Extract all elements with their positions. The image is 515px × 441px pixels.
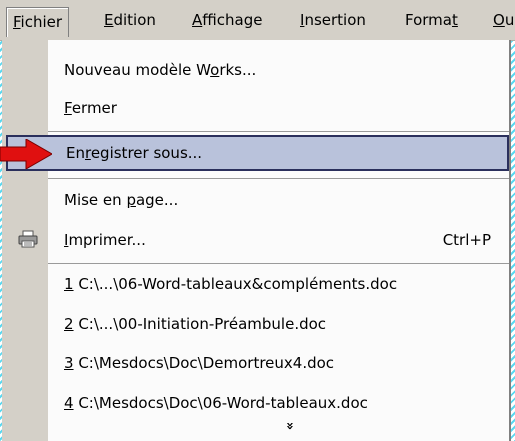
menu-item-label: Enregistrer sous... (66, 144, 203, 162)
menu-item-label: Imprimer... (64, 231, 146, 249)
menu-separator (48, 263, 509, 264)
menu-item-nouveau-modele-works[interactable]: Nouveau modèle Works... (48, 52, 509, 88)
double-chevron-down-icon[interactable]: » (282, 417, 297, 435)
recent-file-1[interactable]: 1 C:\...\06-Word-tableaux&compléments.do… (48, 266, 509, 302)
menu-format[interactable]: Format (405, 9, 458, 31)
recent-file-3[interactable]: 3 C:\Mesdocs\Doc\Demortreux4.doc (48, 345, 509, 381)
menu-format-label: Format (405, 11, 458, 29)
recent-file-label: 2 C:\...\00-Initiation-Préambule.doc (64, 315, 327, 333)
printer-icon (18, 230, 38, 248)
menu-item-label: Fermer (64, 99, 117, 117)
menu-outils[interactable]: Ou (493, 9, 514, 31)
recent-file-2[interactable]: 2 C:\...\00-Initiation-Préambule.doc (48, 306, 509, 342)
menu-edition-label: Edition (104, 11, 156, 29)
menu-bar: Fichier Edition Affichage Insertion Form… (0, 0, 515, 41)
menu-affichage-label: Affichage (192, 11, 263, 29)
menu-item-mise-en-page[interactable]: Mise en page... (48, 182, 509, 218)
menu-item-enregistrer-sous[interactable]: Enregistrer sous... (6, 135, 509, 171)
menu-item-fermer[interactable]: Fermer (48, 90, 509, 126)
menu-insertion[interactable]: Insertion (300, 9, 366, 31)
recent-file-label: 3 C:\Mesdocs\Doc\Demortreux4.doc (64, 354, 335, 372)
menu-affichage[interactable]: Affichage (192, 9, 262, 31)
menu-item-label: Nouveau modèle Works... (64, 61, 257, 79)
menu-item-imprimer[interactable]: Imprimer... Ctrl+P (48, 222, 509, 258)
recent-file-label: 1 C:\...\06-Word-tableaux&compléments.do… (64, 275, 398, 293)
menu-edition[interactable]: Edition (104, 9, 156, 31)
menu-outils-label: Ou (493, 11, 515, 29)
menu-fichier[interactable]: Fichier (6, 7, 70, 37)
recent-file-label: 4 C:\Mesdocs\Doc\06-Word-tableaux.doc (64, 394, 368, 412)
shortcut-ctrl-p: Ctrl+P (442, 231, 491, 249)
menu-fichier-label: Fichier (13, 13, 63, 31)
fichier-dropdown-menu: Nouveau modèle Works... Fermer Enregistr… (2, 40, 511, 441)
menu-separator (48, 131, 509, 132)
menu-separator (48, 178, 509, 179)
menu-item-label: Mise en page... (64, 191, 179, 209)
recent-file-4[interactable]: 4 C:\Mesdocs\Doc\06-Word-tableaux.doc (48, 385, 509, 421)
menu-insertion-label: Insertion (300, 11, 366, 29)
pointer-arrow-icon (0, 139, 52, 169)
